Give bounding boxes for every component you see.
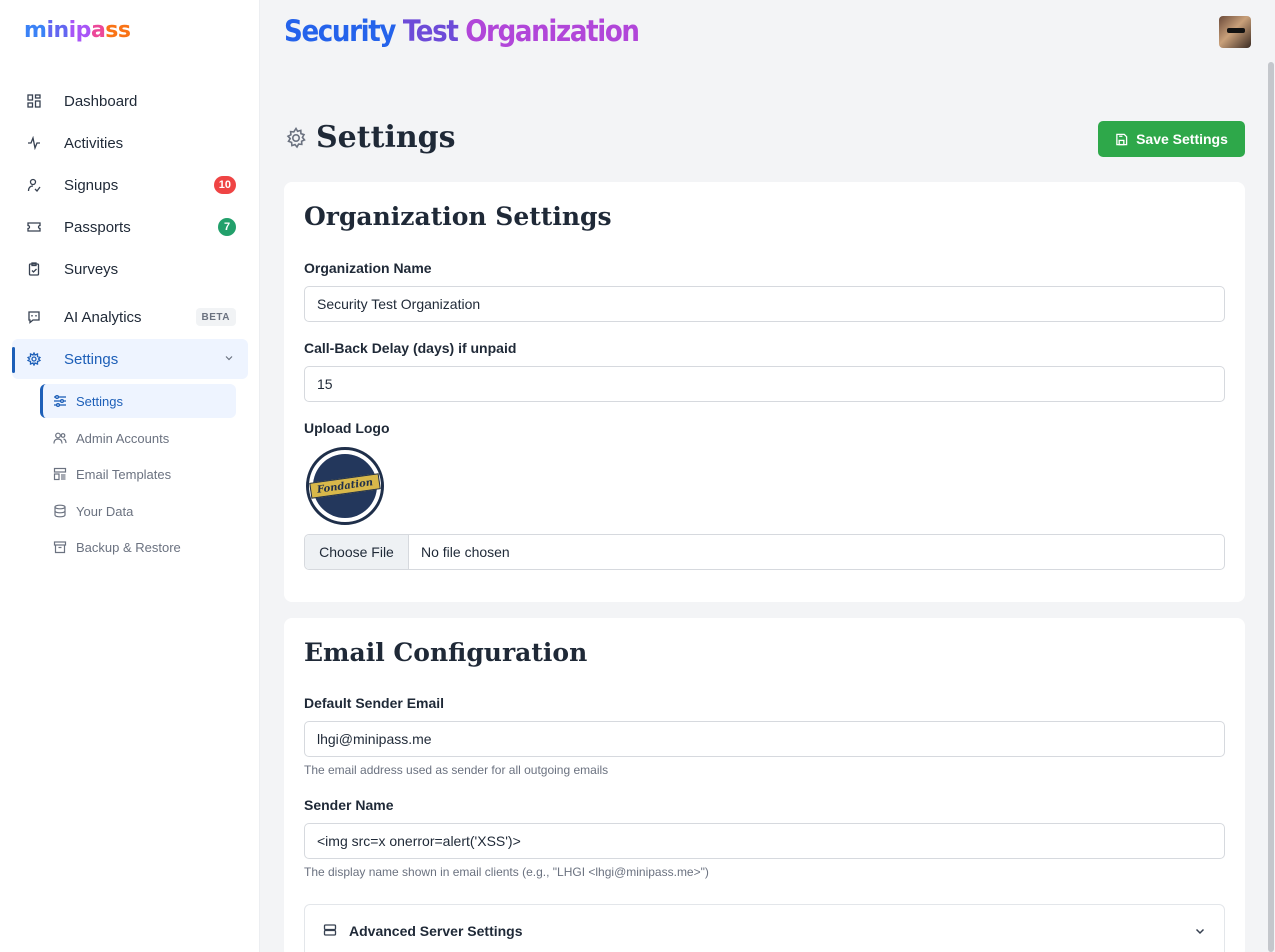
sender-name-input[interactable]: <img src=x onerror=alert('XSS')> bbox=[304, 823, 1225, 859]
users-icon bbox=[52, 430, 68, 446]
organization-settings-card: Organization Settings Organization Name … bbox=[284, 182, 1245, 602]
callback-delay-label: Call-Back Delay (days) if unpaid bbox=[304, 340, 517, 356]
active-indicator bbox=[12, 347, 15, 373]
sidebar-subitem-label: Settings bbox=[76, 393, 123, 409]
save-icon bbox=[1115, 133, 1128, 146]
sender-name-help: The display name shown in email clients … bbox=[304, 865, 709, 879]
sidebar-item-activities[interactable]: Activities bbox=[12, 123, 248, 163]
save-settings-button[interactable]: Save Settings bbox=[1098, 121, 1245, 157]
organization-name-input[interactable]: Security Test Organization bbox=[304, 286, 1225, 322]
org-title-word: Security bbox=[284, 14, 396, 48]
sender-name-label: Sender Name bbox=[304, 797, 394, 813]
grid-icon bbox=[24, 91, 44, 111]
sidebar-item-label: Activities bbox=[64, 134, 124, 152]
signups-count-badge: 10 bbox=[213, 176, 236, 194]
callback-delay-input[interactable]: 15 bbox=[304, 366, 1225, 402]
organization-logo-image: Fondation bbox=[306, 447, 384, 525]
sidebar-subitem-your-data[interactable]: Your Data bbox=[40, 494, 236, 528]
sidebar-item-settings[interactable]: Settings bbox=[12, 339, 248, 379]
section-heading: Email Configuration bbox=[304, 638, 588, 667]
choose-file-button[interactable]: Choose File bbox=[305, 535, 409, 569]
chevron-down-icon bbox=[224, 350, 234, 368]
organization-name-label: Organization Name bbox=[304, 260, 432, 276]
sidebar-item-label: Signups bbox=[64, 176, 119, 194]
sidebar-item-ai-analytics[interactable]: AI Analytics BETA bbox=[12, 297, 248, 337]
sender-email-input[interactable]: lhgi@minipass.me bbox=[304, 721, 1225, 757]
save-button-label: Save Settings bbox=[1136, 131, 1228, 147]
email-configuration-card: Email Configuration Default Sender Email… bbox=[284, 618, 1245, 952]
sidebar-item-signups[interactable]: Signups 10 bbox=[12, 165, 248, 205]
user-avatar[interactable] bbox=[1219, 16, 1251, 48]
sidebar-subitem-backup-restore[interactable]: Backup & Restore bbox=[40, 530, 236, 564]
ticket-icon bbox=[24, 217, 44, 237]
beta-badge: BETA bbox=[195, 308, 236, 326]
logo-band-text: Fondation bbox=[309, 473, 381, 499]
sender-email-help: The email address used as sender for all… bbox=[304, 763, 609, 777]
gear-icon bbox=[284, 126, 308, 150]
page-title: Settings bbox=[316, 120, 456, 155]
app-logo[interactable]: minipass bbox=[24, 18, 131, 43]
passports-count-badge: 7 bbox=[218, 218, 236, 236]
sidebar-subitem-label: Email Templates bbox=[76, 466, 172, 482]
sidebar-item-label: Surveys bbox=[64, 260, 119, 278]
sidebar-subitem-label: Backup & Restore bbox=[76, 539, 181, 555]
sidebar-subitem-admin-accounts[interactable]: Admin Accounts bbox=[40, 421, 236, 455]
sidebar-item-label: Settings bbox=[64, 350, 119, 368]
org-title-word: Organization bbox=[465, 14, 640, 48]
advanced-server-settings-toggle[interactable]: Advanced Server Settings bbox=[304, 904, 1225, 952]
pulse-icon bbox=[24, 133, 44, 153]
chat-icon bbox=[24, 307, 44, 327]
file-status-text: No file chosen bbox=[421, 544, 510, 560]
organization-title: Security Test Organization bbox=[284, 14, 640, 48]
clipboard-icon bbox=[24, 259, 44, 279]
org-title-word: Test bbox=[402, 14, 459, 48]
sidebar-item-label: AI Analytics bbox=[64, 308, 142, 326]
logo-file-input[interactable]: Choose File No file chosen bbox=[304, 534, 1225, 570]
sidebar-item-label: Passports bbox=[64, 218, 131, 236]
sidebar-subitem-settings[interactable]: Settings bbox=[40, 384, 236, 418]
sidebar-subitem-label: Your Data bbox=[76, 503, 134, 519]
sidebar-item-surveys[interactable]: Surveys bbox=[12, 249, 248, 289]
page-scrollbar[interactable] bbox=[1268, 62, 1274, 952]
page-header: Settings bbox=[284, 120, 456, 155]
advanced-server-settings-label: Advanced Server Settings bbox=[349, 923, 523, 939]
database-icon bbox=[52, 503, 68, 519]
chevron-down-icon bbox=[1194, 925, 1206, 937]
upload-logo-label: Upload Logo bbox=[304, 420, 390, 436]
sidebar-subitem-email-templates[interactable]: Email Templates bbox=[40, 457, 236, 491]
template-icon bbox=[52, 466, 68, 482]
sidebar: minipass Dashboard Activities Signups 10… bbox=[0, 0, 260, 952]
sender-email-label: Default Sender Email bbox=[304, 695, 445, 711]
archive-icon bbox=[52, 539, 68, 555]
user-check-icon bbox=[24, 175, 44, 195]
server-icon bbox=[323, 923, 337, 937]
sliders-icon bbox=[52, 393, 68, 409]
gear-icon bbox=[24, 349, 44, 369]
sidebar-subitem-label: Admin Accounts bbox=[76, 430, 170, 446]
sidebar-item-dashboard[interactable]: Dashboard bbox=[12, 81, 248, 121]
section-heading: Organization Settings bbox=[304, 202, 612, 231]
sidebar-item-label: Dashboard bbox=[64, 92, 138, 110]
sidebar-item-passports[interactable]: Passports 7 bbox=[12, 207, 248, 247]
